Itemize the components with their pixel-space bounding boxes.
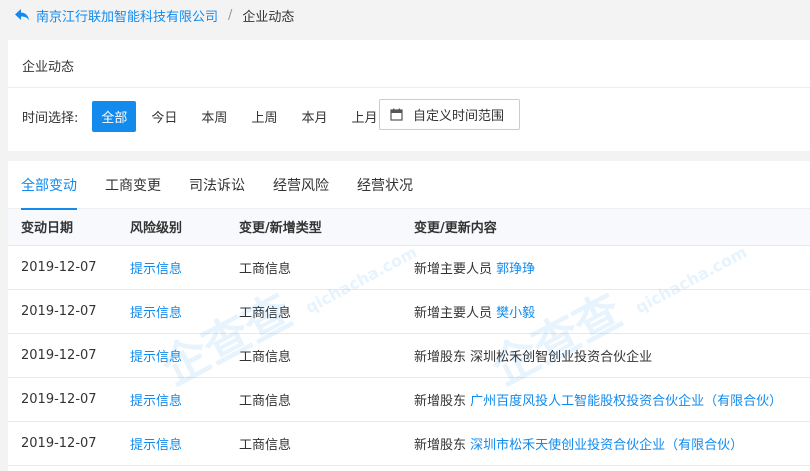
cell-risk-level: 提示信息 — [117, 245, 226, 290]
time-option-all[interactable]: 全部 — [92, 101, 137, 132]
breadcrumb: 南京江行联加智能科技有限公司 / 企业动态 — [0, 0, 810, 30]
column-header-content: 变更/更新内容 — [401, 209, 810, 246]
cell-content: 新增股东 深圳松禾创智创业投资合伙企业 — [401, 333, 810, 378]
cell-risk-level: 提示信息 — [117, 377, 226, 422]
custom-range-button[interactable]: 自定义时间范围 — [379, 99, 520, 130]
content-prefix: 新增主要人员 — [414, 261, 493, 277]
cell-date: 2019-12-07 — [8, 333, 117, 378]
changes-table: 变动日期 风险级别 变更/新增类型 变更/更新内容 2019-12-07 提示信… — [8, 209, 810, 466]
column-header-risk: 风险级别 — [117, 209, 226, 246]
time-option-last-week[interactable]: 上周 — [242, 101, 286, 132]
section-title: 企业动态 — [22, 60, 75, 75]
tab-business-changes[interactable]: 工商变更 — [105, 161, 161, 209]
filter-card: 企业动态 时间选择: 全部 今日 本周 上周 本月 上月 自定义时间范围 — [8, 40, 810, 151]
cell-type: 工商信息 — [226, 289, 401, 334]
tab-operating-status[interactable]: 经营状况 — [357, 161, 413, 209]
back-arrow-icon[interactable] — [14, 8, 30, 22]
cell-type: 工商信息 — [226, 377, 401, 422]
custom-range-label: 自定义时间范围 — [413, 109, 505, 124]
breadcrumb-company-link[interactable]: 南京江行联加智能科技有限公司 — [36, 6, 218, 25]
cell-risk-level: 提示信息 — [117, 333, 226, 378]
changes-card: 企查查 qichacha.com 企查查 qichacha.com 全部变动 工… — [8, 161, 810, 471]
time-filter-label: 时间选择: — [22, 111, 79, 126]
cell-type: 工商信息 — [226, 245, 401, 290]
tab-all-changes[interactable]: 全部变动 — [21, 161, 77, 210]
table-header-row: 变动日期 风险级别 变更/新增类型 变更/更新内容 — [8, 209, 810, 246]
entity-link[interactable]: 广州百度风投人工智能股权投资合伙企业（有限合伙） — [470, 394, 782, 409]
content-prefix: 新增股东 — [414, 437, 467, 453]
calendar-icon — [390, 108, 403, 121]
entity-link[interactable]: 深圳市松禾天使创业投资合伙企业（有限合伙） — [470, 438, 743, 453]
table-row: 2019-12-07 提示信息 工商信息 新增主要人员 樊小毅 — [8, 289, 810, 334]
content-prefix: 新增主要人员 — [414, 305, 493, 321]
cell-date: 2019-12-07 — [8, 289, 117, 334]
entity-link[interactable]: 樊小毅 — [496, 306, 535, 321]
cell-type: 工商信息 — [226, 421, 401, 466]
table-row: 2019-12-07 提示信息 工商信息 新增股东 深圳松禾创智创业投资合伙企业 — [8, 333, 810, 378]
cell-date: 2019-12-07 — [8, 245, 117, 290]
breadcrumb-separator: / — [228, 7, 233, 23]
content-prefix: 新增股东 — [414, 393, 467, 409]
tab-bar: 全部变动 工商变更 司法诉讼 经营风险 经营状况 — [8, 161, 810, 210]
cell-type: 工商信息 — [226, 333, 401, 378]
column-header-type: 变更/新增类型 — [226, 209, 401, 246]
time-filter: 时间选择: 全部 今日 本周 上周 本月 上月 — [22, 101, 392, 132]
breadcrumb-current: 企业动态 — [242, 9, 295, 25]
cell-content: 新增主要人员 郭琤琤 — [401, 245, 810, 290]
cell-date: 2019-12-07 — [8, 421, 117, 466]
tab-operating-risk[interactable]: 经营风险 — [273, 161, 329, 209]
divider — [8, 87, 810, 88]
time-option-today[interactable]: 今日 — [142, 101, 186, 132]
cell-content: 新增股东 广州百度风投人工智能股权投资合伙企业（有限合伙） — [401, 377, 810, 422]
table-row: 2019-12-07 提示信息 工商信息 新增主要人员 郭琤琤 — [8, 245, 810, 290]
column-header-date: 变动日期 — [8, 209, 117, 246]
time-option-this-month[interactable]: 本月 — [292, 101, 336, 132]
content-prefix: 新增股东 — [414, 349, 467, 365]
table-row: 2019-12-07 提示信息 工商信息 新增股东 深圳市松禾天使创业投资合伙企… — [8, 421, 810, 466]
cell-content: 新增股东 深圳市松禾天使创业投资合伙企业（有限合伙） — [401, 421, 810, 466]
cell-risk-level: 提示信息 — [117, 289, 226, 334]
entity-text: 深圳松禾创智创业投资合伙企业 — [470, 349, 653, 365]
time-option-this-week[interactable]: 本周 — [192, 101, 236, 132]
tab-litigation[interactable]: 司法诉讼 — [189, 161, 245, 209]
cell-content: 新增主要人员 樊小毅 — [401, 289, 810, 334]
cell-date: 2019-12-07 — [8, 377, 117, 422]
table-row: 2019-12-07 提示信息 工商信息 新增股东 广州百度风投人工智能股权投资… — [8, 377, 810, 422]
cell-risk-level: 提示信息 — [117, 421, 226, 466]
entity-link[interactable]: 郭琤琤 — [496, 262, 535, 277]
